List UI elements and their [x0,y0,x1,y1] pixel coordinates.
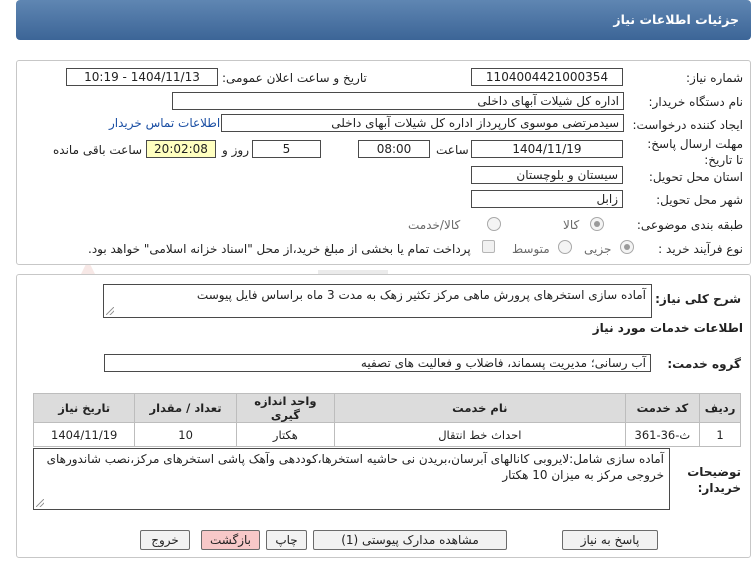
category-goods-services-label: کالا/خدمت [408,218,461,232]
announce-date-field: 1404/11/13 - 10:19 [66,68,218,86]
deadline-label: مهلت ارسال پاسخ: تا تاریخ: [647,137,743,167]
treasury-payment-checkbox[interactable] [482,240,495,253]
need-number-label: شماره نیاز: [686,71,743,85]
cell-quantity: 10 [134,422,237,447]
need-info-panel [16,60,751,265]
category-label: طبقه بندی موضوعی: [636,218,743,232]
buyer-org-label: نام دستگاه خریدار: [648,95,744,109]
table-row: 1 ث-36-361 احداث خط انتقال هکتار 10 1404… [32,422,741,447]
creator-field: سیدمرتضی موسوی کارپرداز اداره کل شیلات آ… [221,114,624,132]
category-goods-services-radio[interactable] [487,217,501,231]
buyer-org-field: اداره کل شیلات آبهای داخلی [172,92,624,110]
cell-need-date: 1404/11/19 [32,422,136,447]
category-goods-label: کالا [563,218,580,232]
col-service-code: کد خدمت [624,393,701,423]
description-textarea[interactable]: آماده سازی استخرهای پرورش ماهی مرکز تکثی… [103,284,652,318]
resize-grip-icon[interactable] [106,307,114,315]
days-label: روز و [222,143,249,157]
deadline-time-field: 08:00 [358,140,430,158]
purchase-type-label: نوع فرآیند خرید : [658,242,743,256]
creator-label: ایجاد کننده درخواست: [632,118,743,132]
cell-service-code: ث-36-361 [624,422,701,447]
col-unit: واحد اندازه گیری [235,393,336,423]
buyer-notes-label: توضیحات خریدار: [687,465,741,495]
announce-date-label: تاریخ و ساعت اعلان عمومی: [222,71,367,85]
province-field: سیستان و بلوچستان [471,166,623,184]
deadline-date-field: 1404/11/19 [471,140,623,158]
page-title: جزئیات اطلاعات نیاز [16,0,751,40]
cell-unit: هکتار [235,422,336,447]
need-number-field: 1104004421000354 [471,68,623,86]
service-group-label: گروه خدمت: [667,357,741,371]
category-goods-radio[interactable] [590,217,604,231]
purchase-medium-radio[interactable] [558,240,572,254]
resize-grip-icon[interactable] [36,499,44,507]
contact-info-link[interactable]: اطلاعات تماس خریدار [109,116,220,130]
view-attachments-button[interactable]: مشاهده مدارک پیوستی (1) [313,530,507,550]
city-field: زابل [471,190,623,208]
deadline-time-label: ساعت [436,143,469,157]
city-label: شهر محل تحویل: [656,193,743,207]
col-row-number: ردیف [699,393,741,423]
table-header-row: ردیف کد خدمت نام خدمت واحد اندازه گیری ت… [32,393,741,423]
description-text: آماده سازی استخرهای پرورش ماهی مرکز تکثی… [196,288,646,302]
service-group-field: آب رسانی؛ مدیریت پسماند، فاضلاب و فعالیت… [104,354,651,372]
cell-service-name: احداث خط انتقال [334,422,626,447]
reply-to-need-button[interactable]: پاسخ به نیاز [562,530,658,550]
description-label: شرح کلی نیاز: [655,292,741,306]
buyer-notes-text: آماده سازی شامل:لایروبی کانالهای آبرسان،… [46,452,664,482]
services-table: ردیف کد خدمت نام خدمت واحد اندازه گیری ت… [32,393,741,447]
days-remaining-field: 5 [252,140,321,158]
exit-button[interactable]: خروج [140,530,190,550]
col-service-name: نام خدمت [334,393,626,423]
page-header: جزئیات اطلاعات نیاز [16,0,751,42]
cell-row-number: 1 [699,422,741,447]
col-need-date: تاریخ نیاز [32,393,136,423]
col-quantity: تعداد / مقدار [134,393,237,423]
purchase-partial-radio[interactable] [620,240,634,254]
print-button[interactable]: چاپ [266,530,307,550]
purchase-medium-label: متوسط [512,242,550,256]
buyer-notes-textarea[interactable]: آماده سازی شامل:لایروبی کانالهای آبرسان،… [33,448,670,510]
purchase-partial-label: جزیی [584,242,612,256]
remaining-time-label: ساعت باقی مانده [53,143,143,157]
payment-note: پرداخت تمام یا بخشی از مبلغ خرید،از محل … [88,242,471,256]
services-section-title: اطلاعات خدمات مورد نیاز [592,321,743,335]
back-button[interactable]: بازگشت [201,530,260,550]
remaining-time-field: 20:02:08 [146,140,216,158]
province-label: استان محل تحویل: [648,170,743,184]
